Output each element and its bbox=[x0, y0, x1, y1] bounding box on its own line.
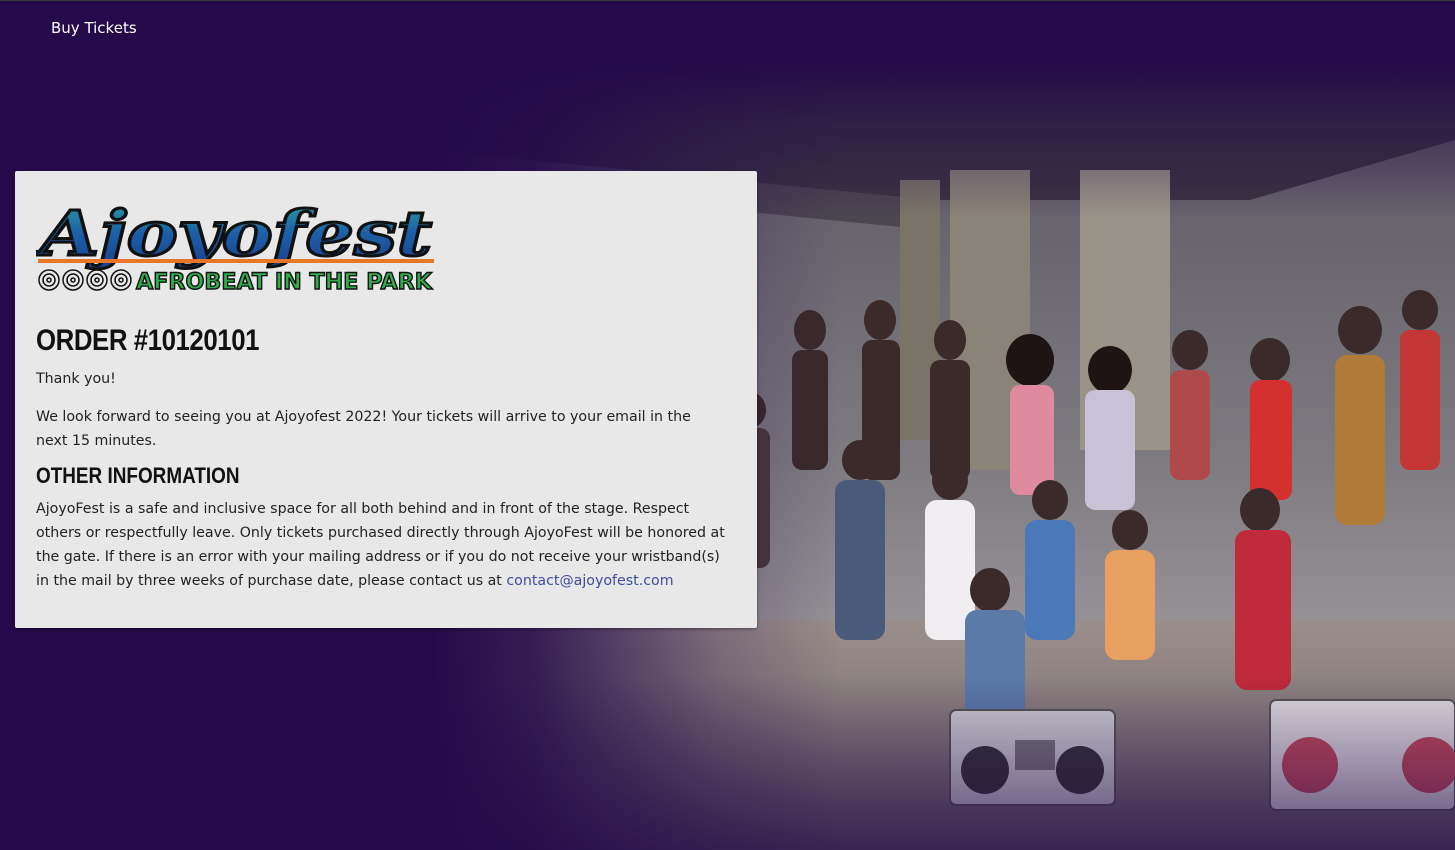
top-nav: Buy Tickets bbox=[0, 0, 1455, 60]
svg-text:AFROBEAT IN THE PARK: AFROBEAT IN THE PARK bbox=[136, 270, 433, 295]
page: Buy Tickets Ajoyofest AFROBEAT IN THE PA… bbox=[0, 0, 1455, 850]
other-information-heading: OTHER INFORMATION bbox=[36, 463, 240, 488]
thank-you-text: Thank you! bbox=[36, 371, 116, 387]
order-title: ORDER #10120101 bbox=[36, 324, 260, 357]
ajoyofest-logo: Ajoyofest AFROBEAT IN THE PARK bbox=[36, 196, 434, 296]
order-message: We look forward to seeing you at Ajoyofe… bbox=[36, 409, 691, 449]
buy-tickets-link[interactable]: Buy Tickets bbox=[51, 19, 137, 37]
contact-email-link[interactable]: contact@ajoyofest.com bbox=[506, 573, 673, 589]
order-confirmation-card: Ajoyofest AFROBEAT IN THE PARK ORDER #10… bbox=[15, 171, 757, 628]
other-information-text: AjoyoFest is a safe and inclusive space … bbox=[36, 497, 736, 593]
